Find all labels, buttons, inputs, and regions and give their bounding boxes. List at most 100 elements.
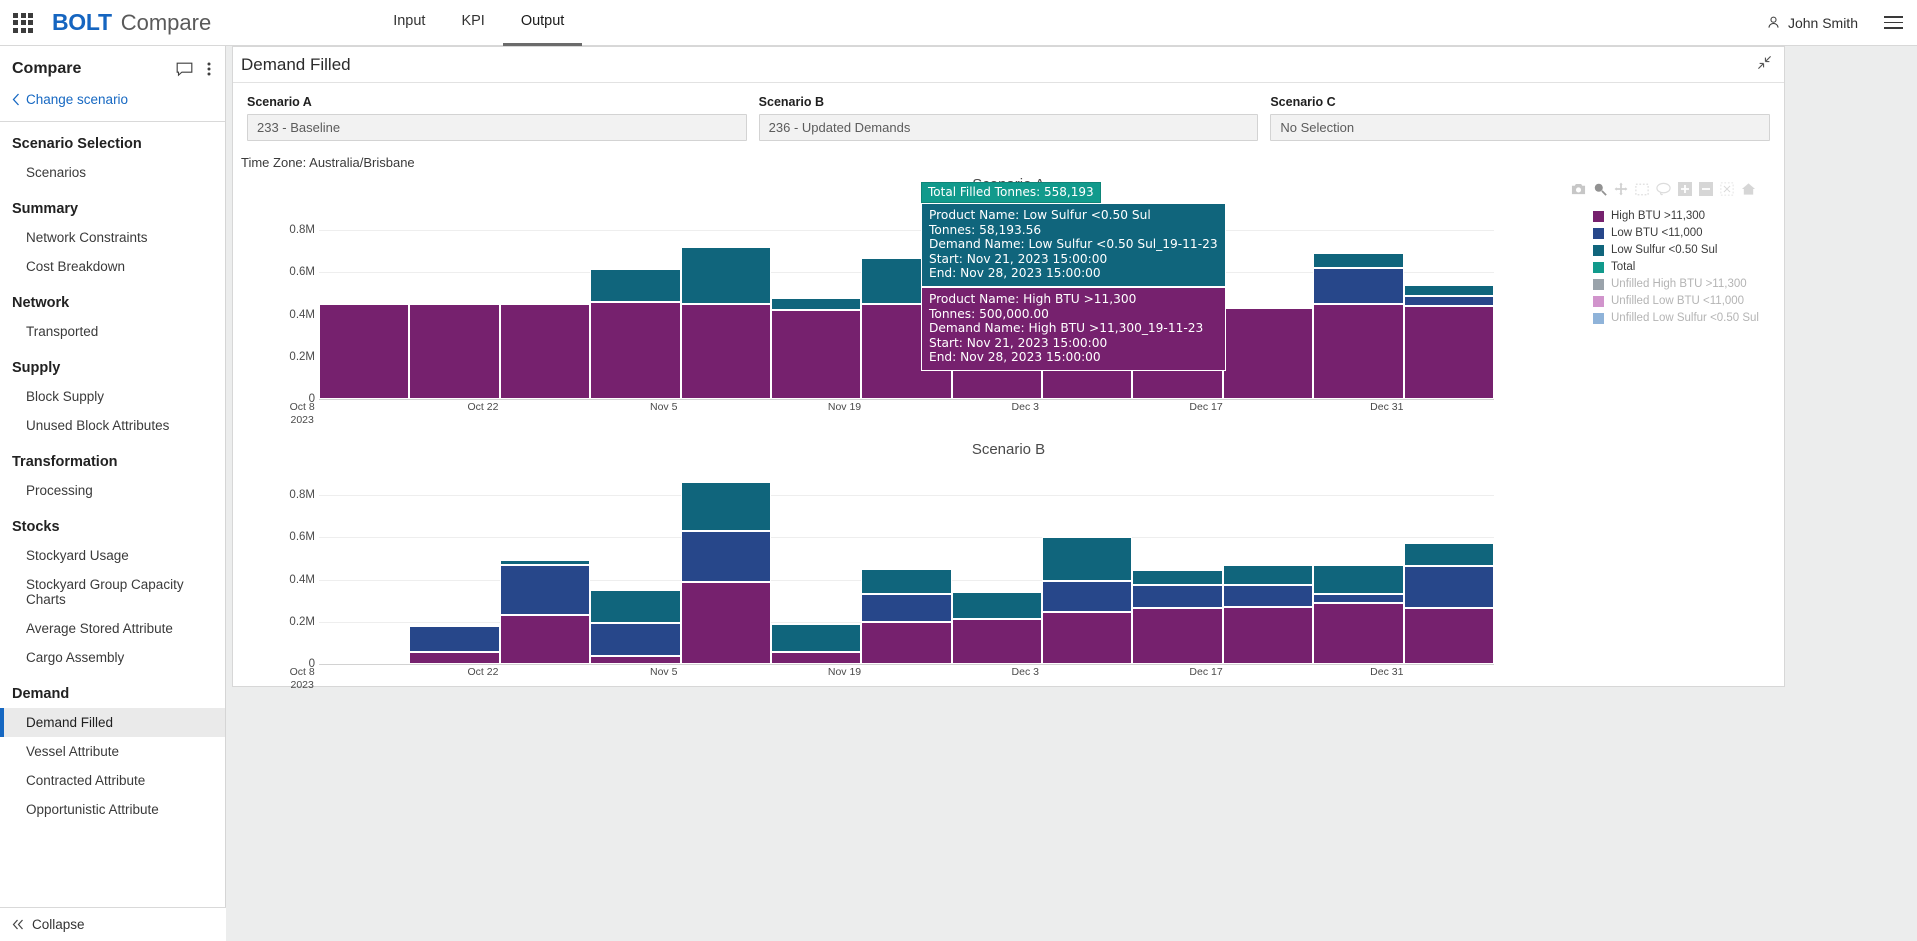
sidebar-item-block-supply[interactable]: Block Supply bbox=[0, 382, 225, 411]
sidebar-item-transported[interactable]: Transported bbox=[0, 317, 225, 346]
sidebar-item-cargo-assembly[interactable]: Cargo Assembly bbox=[0, 643, 225, 672]
bar-segment[interactable] bbox=[1132, 570, 1223, 585]
stacked-bar[interactable] bbox=[1042, 537, 1133, 664]
sidebar-item-stockyard-usage[interactable]: Stockyard Usage bbox=[0, 541, 225, 570]
bar-segment[interactable] bbox=[770, 310, 862, 399]
stacked-bar[interactable] bbox=[499, 304, 591, 399]
legend-item-low-btu[interactable]: Low BTU <11,000 bbox=[1593, 225, 1778, 241]
box-select-icon[interactable] bbox=[1635, 183, 1649, 196]
bar-segment[interactable] bbox=[590, 269, 681, 302]
bar-segment[interactable] bbox=[409, 652, 500, 664]
stacked-bar[interactable] bbox=[1403, 542, 1494, 664]
bar-segment[interactable] bbox=[590, 622, 681, 656]
bar-segment[interactable] bbox=[1313, 594, 1404, 603]
bar-segment[interactable] bbox=[1042, 612, 1133, 664]
bar-segment[interactable] bbox=[680, 581, 771, 664]
bar-segment[interactable] bbox=[1222, 607, 1314, 664]
zoom-out-icon[interactable] bbox=[1699, 182, 1713, 196]
legend-item-unfilled-high-btu[interactable]: Unfilled High BTU >11,300 bbox=[1593, 276, 1778, 292]
bar-segment[interactable] bbox=[951, 592, 1043, 619]
bar-segment[interactable] bbox=[1313, 564, 1404, 595]
stacked-bar[interactable] bbox=[409, 626, 500, 664]
bar-segment[interactable] bbox=[1403, 306, 1494, 399]
stacked-bar[interactable] bbox=[680, 247, 771, 399]
bar-segment[interactable] bbox=[499, 615, 591, 664]
bar-segment[interactable] bbox=[861, 621, 952, 664]
stacked-bar[interactable] bbox=[590, 590, 681, 664]
bar-segment[interactable] bbox=[1042, 580, 1133, 613]
bar-segment[interactable] bbox=[590, 590, 681, 623]
stacked-bar[interactable] bbox=[1313, 564, 1404, 664]
sidebar-item-network-constraints[interactable]: Network Constraints bbox=[0, 223, 225, 252]
bar-segment[interactable] bbox=[1132, 608, 1223, 664]
stacked-bar[interactable] bbox=[1313, 253, 1404, 399]
bar-segment[interactable] bbox=[1222, 308, 1314, 399]
bar-segment[interactable] bbox=[1313, 304, 1404, 399]
bar-segment[interactable] bbox=[1042, 537, 1133, 581]
change-scenario-link[interactable]: Change scenario bbox=[0, 84, 225, 119]
bar-segment[interactable] bbox=[1313, 602, 1404, 664]
stacked-bar[interactable] bbox=[1403, 285, 1494, 399]
stacked-bar[interactable] bbox=[1222, 308, 1314, 399]
bar-segment[interactable] bbox=[409, 304, 500, 399]
tab-output[interactable]: Output bbox=[502, 0, 583, 46]
camera-icon[interactable] bbox=[1571, 182, 1586, 196]
stacked-bar[interactable] bbox=[770, 297, 862, 399]
sidebar-item-processing[interactable]: Processing bbox=[0, 476, 225, 505]
app-launcher-button[interactable] bbox=[0, 12, 46, 33]
sidebar-item-scenarios[interactable]: Scenarios bbox=[0, 158, 225, 187]
bar-segment[interactable] bbox=[770, 652, 862, 664]
sidebar-item-stockyard-group-capacity-charts[interactable]: Stockyard Group Capacity Charts bbox=[0, 570, 225, 614]
bar-segment[interactable] bbox=[1313, 268, 1404, 304]
bar-segment[interactable] bbox=[409, 626, 500, 653]
sidebar-item-demand-filled[interactable]: Demand Filled bbox=[0, 708, 225, 737]
stacked-bar[interactable] bbox=[499, 559, 591, 664]
autoscale-icon[interactable] bbox=[1720, 182, 1734, 196]
bar-segment[interactable] bbox=[951, 618, 1043, 664]
zoom-in-icon[interactable] bbox=[1678, 182, 1692, 196]
hamburger-icon[interactable] bbox=[1884, 16, 1903, 29]
legend-item-unfilled-low-sulfur[interactable]: Unfilled Low Sulfur <0.50 Sul bbox=[1593, 310, 1778, 326]
bar-segment[interactable] bbox=[861, 594, 952, 622]
bar-segment[interactable] bbox=[1403, 295, 1494, 307]
legend-item-total[interactable]: Total bbox=[1593, 259, 1778, 275]
stacked-bar[interactable] bbox=[319, 304, 410, 399]
more-vertical-icon[interactable] bbox=[207, 61, 211, 77]
stacked-bar[interactable] bbox=[770, 623, 862, 664]
bar-segment[interactable] bbox=[1403, 565, 1494, 609]
plot-scenario-b[interactable]: 0 0.2M 0.4M 0.6M 0.8M bbox=[257, 474, 1494, 670]
sidebar-collapse-button[interactable]: Collapse bbox=[0, 907, 226, 941]
bar-segment[interactable] bbox=[1403, 542, 1494, 566]
user-menu-button[interactable]: John Smith bbox=[1766, 15, 1858, 31]
bar-segment[interactable] bbox=[499, 304, 591, 399]
bar-segment[interactable] bbox=[680, 304, 771, 399]
stacked-bar[interactable] bbox=[861, 569, 952, 664]
panel-collapse-button[interactable] bbox=[1757, 55, 1772, 75]
comment-icon[interactable] bbox=[176, 62, 193, 77]
legend-item-low-sulfur[interactable]: Low Sulfur <0.50 Sul bbox=[1593, 242, 1778, 258]
bar-segment[interactable] bbox=[499, 559, 591, 565]
bar-segment[interactable] bbox=[680, 482, 771, 531]
sidebar-item-average-stored-attribute[interactable]: Average Stored Attribute bbox=[0, 614, 225, 643]
tab-input[interactable]: Input bbox=[375, 0, 443, 46]
legend-item-unfilled-low-btu[interactable]: Unfilled Low BTU <11,000 bbox=[1593, 293, 1778, 309]
sidebar-item-unused-block-attributes[interactable]: Unused Block Attributes bbox=[0, 411, 225, 440]
bar-segment[interactable] bbox=[1313, 253, 1404, 269]
stacked-bar[interactable] bbox=[951, 592, 1043, 664]
stacked-bar[interactable] bbox=[1222, 564, 1314, 664]
sidebar-item-cost-breakdown[interactable]: Cost Breakdown bbox=[0, 252, 225, 281]
bar-segment[interactable] bbox=[590, 301, 681, 399]
plot-scenario-a[interactable]: 0 0.2M 0.4M 0.6M 0.8M bbox=[257, 209, 1494, 405]
scenario-c-input[interactable] bbox=[1270, 114, 1771, 141]
bar-segment[interactable] bbox=[680, 531, 771, 582]
bar-segment[interactable] bbox=[1403, 285, 1494, 296]
bar-segment[interactable] bbox=[1222, 584, 1314, 607]
bar-segment[interactable] bbox=[590, 655, 681, 664]
reset-axes-home-icon[interactable] bbox=[1741, 182, 1756, 196]
bar-segment[interactable] bbox=[1403, 608, 1494, 664]
stacked-bar[interactable] bbox=[680, 482, 771, 664]
bar-segment[interactable] bbox=[861, 569, 952, 595]
bar-segment[interactable] bbox=[1222, 564, 1314, 585]
bar-segment[interactable] bbox=[680, 247, 771, 304]
legend-item-high-btu[interactable]: High BTU >11,300 bbox=[1593, 208, 1778, 224]
